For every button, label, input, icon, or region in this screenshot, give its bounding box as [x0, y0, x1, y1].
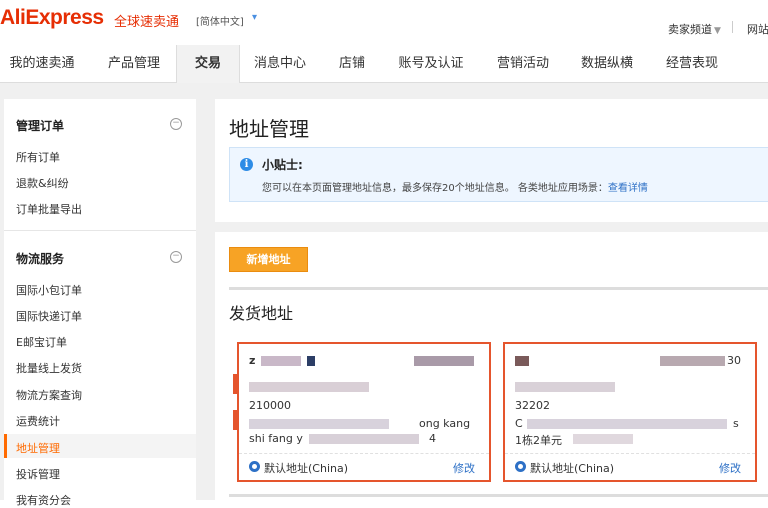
tab-transactions[interactable]: 交易: [176, 45, 240, 83]
sidebar-item-express[interactable]: 国际快递订单: [16, 308, 82, 324]
redacted-text: [309, 434, 419, 444]
postal-code: 32202: [515, 399, 550, 412]
redacted-text: [307, 356, 315, 366]
sidebar-item-address-management[interactable]: 地址管理: [16, 440, 60, 456]
radio-selected-icon[interactable]: [249, 461, 260, 472]
redacted-text: [573, 434, 633, 444]
address-line: 4: [429, 432, 436, 445]
address-header-panel: 地址管理 i 小贴士: 您可以在本页面管理地址信息，最多保存20个地址信息。 各…: [215, 99, 768, 222]
sidebar: 管理订单 − 所有订单 退款&纠纷 订单批量导出 物流服务 − 国际小包订单 国…: [4, 99, 196, 507]
sidebar-item-complaints[interactable]: 投诉管理: [16, 466, 60, 482]
address-card[interactable]: 30 32202 C s 1栋2单元 默认地址(China) 修改: [503, 342, 757, 482]
card-footer: 默认地址(China) 修改: [505, 453, 755, 480]
redacted-text: [249, 419, 389, 429]
redacted-text: [414, 356, 474, 366]
tip-details-link[interactable]: 查看详情: [608, 183, 648, 194]
sidebar-active-indicator: [4, 434, 7, 458]
sidebar-group-title: 物流服务: [16, 252, 65, 266]
tab-performance[interactable]: 经营表现: [656, 45, 728, 82]
site-link[interactable]: 网站: [747, 21, 768, 37]
sidebar-item-more[interactable]: 我有资分会: [16, 492, 71, 508]
tip-box: i 小贴士: 您可以在本页面管理地址信息，最多保存20个地址信息。 各类地址应用…: [229, 147, 768, 202]
page-title: 地址管理: [229, 117, 309, 141]
tab-data[interactable]: 数据纵横: [574, 45, 640, 82]
tab-marketing[interactable]: 营销活动: [488, 45, 558, 82]
tip-title: 小贴士:: [262, 158, 303, 172]
sidebar-item-all-orders[interactable]: 所有订单: [16, 149, 60, 165]
info-icon: i: [240, 158, 253, 171]
address-card[interactable]: z 210000 ong kang shi fang y 4 默认地址(Chin…: [237, 342, 491, 482]
redacted-text: [515, 382, 615, 392]
address-line: ong kang: [419, 417, 471, 430]
redacted-text: [261, 356, 301, 366]
main-nav: 我的速卖通 产品管理 交易 消息中心 店铺 账号及认证 营销活动 数据纵横 经营…: [0, 45, 768, 83]
add-address-button[interactable]: 新增地址: [229, 247, 308, 272]
redacted-text: [249, 382, 369, 392]
address-name: z: [249, 354, 256, 367]
sidebar-item-epacket[interactable]: E邮宝订单: [16, 334, 67, 350]
default-address-label: 默认地址(China): [264, 462, 349, 475]
language-selector[interactable]: [简体中文]: [196, 13, 244, 28]
section-title: 发货地址: [229, 304, 294, 323]
edit-address-link[interactable]: 修改: [453, 460, 475, 476]
address-line: shi fang y: [249, 432, 303, 445]
tip-body: 您可以在本页面管理地址信息，最多保存20个地址信息。 各类地址应用场景：: [262, 183, 608, 194]
tab-products[interactable]: 产品管理: [92, 45, 176, 82]
collapse-icon[interactable]: −: [170, 118, 182, 130]
chevron-down-icon[interactable]: ▾: [252, 12, 257, 23]
divider: [732, 21, 733, 33]
collapse-icon[interactable]: −: [170, 251, 182, 263]
tab-my-aliexpress[interactable]: 我的速卖通: [0, 45, 84, 82]
sidebar-item-refunds[interactable]: 退款&纠纷: [16, 175, 69, 191]
seller-channel-label: 卖家频道: [668, 23, 712, 36]
top-bar: AliExpress 全球速卖通 [简体中文] ▾ 卖家频道 ▼ 网站: [0, 0, 768, 44]
address-line: 1栋2单元: [515, 434, 562, 447]
address-line: 30: [727, 354, 741, 367]
card-footer: 默认地址(China) 修改: [239, 453, 489, 480]
postal-code: 210000: [249, 399, 291, 412]
chevron-down-icon: ▼: [714, 26, 721, 36]
sidebar-item-batch-ship[interactable]: 批量线上发货: [16, 360, 82, 376]
address-list-panel: 新增地址 发货地址 z 210000 ong kang shi fang y 4…: [215, 232, 768, 500]
section-divider: [229, 287, 768, 290]
seller-channel-menu[interactable]: 卖家频道 ▼: [668, 21, 721, 37]
sidebar-item-small-packets[interactable]: 国际小包订单: [16, 282, 82, 298]
radio-selected-icon[interactable]: [515, 461, 526, 472]
redacted-text: [527, 419, 727, 429]
sidebar-item-logistics-plan[interactable]: 物流方案查询: [16, 387, 82, 403]
address-line: C: [515, 417, 523, 430]
tab-account[interactable]: 账号及认证: [392, 45, 470, 82]
tab-store[interactable]: 店铺: [326, 45, 378, 82]
default-address-label: 默认地址(China): [530, 462, 615, 475]
edit-address-link[interactable]: 修改: [719, 460, 741, 476]
redacted-text: [515, 356, 529, 366]
address-line: s: [733, 417, 739, 430]
section-divider: [229, 494, 768, 497]
card-edge-marker: [233, 374, 239, 394]
sidebar-group-title: 管理订单: [16, 119, 65, 133]
logo-subtitle: 全球速卖通: [114, 15, 180, 30]
tab-messages[interactable]: 消息中心: [246, 45, 314, 82]
sidebar-item-export[interactable]: 订单批量导出: [16, 201, 82, 217]
redacted-text: [660, 356, 725, 366]
aliexpress-logo[interactable]: AliExpress: [0, 6, 104, 30]
tip-text: 您可以在本页面管理地址信息，最多保存20个地址信息。 各类地址应用场景：查看详情: [262, 179, 648, 194]
sidebar-item-freight-stats[interactable]: 运费统计: [16, 413, 60, 429]
sidebar-divider: [4, 230, 196, 231]
card-edge-marker: [233, 410, 239, 430]
